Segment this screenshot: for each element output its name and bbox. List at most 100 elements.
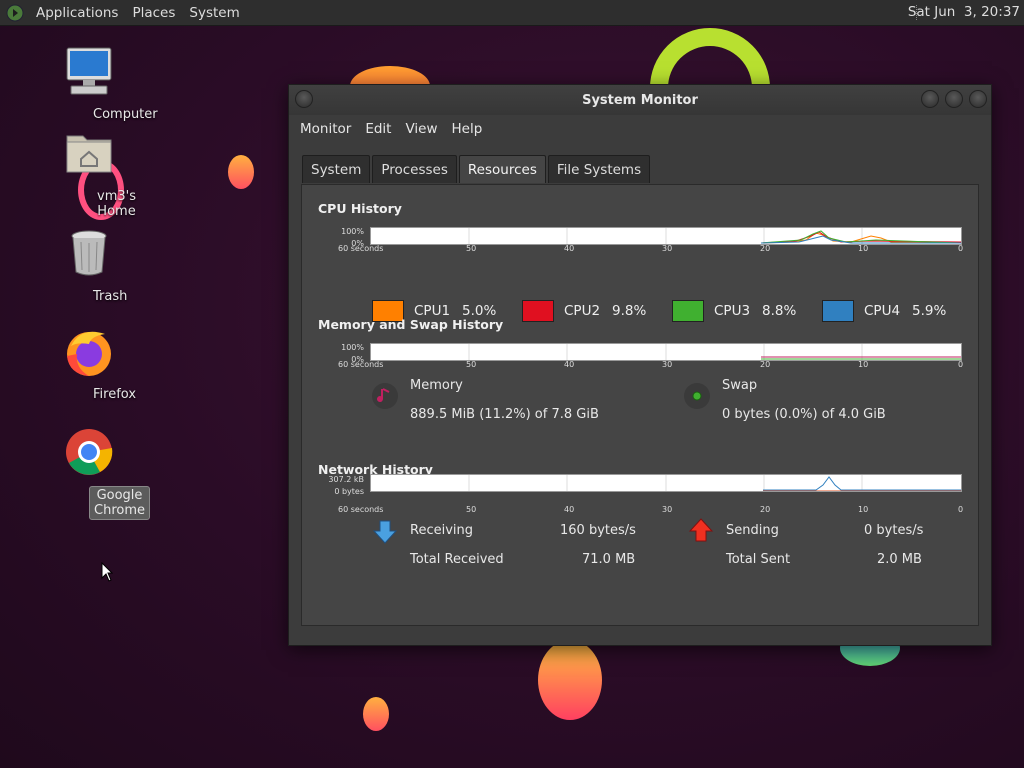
desktop-icon-chrome[interactable]: Google Chrome [34, 424, 150, 520]
wallpaper-blob [538, 640, 602, 720]
x-tick: 0 [958, 505, 964, 514]
swap-label: Swap [722, 378, 758, 393]
wallpaper-blob [363, 697, 389, 731]
menu-help[interactable]: Help [445, 117, 490, 141]
desktop-icon-trash[interactable]: Trash [34, 226, 144, 304]
cpu3-value: 8.8% [762, 303, 797, 319]
computer-icon [66, 47, 112, 95]
memory-history-title: Memory and Swap History [318, 317, 504, 332]
resources-panel: CPU History 100% 0% 60 seconds 50 40 30 … [301, 184, 979, 626]
network-graph-lines [468, 475, 961, 492]
cpu4-color-swatch[interactable] [822, 300, 854, 322]
minimize-button[interactable] [921, 90, 939, 108]
system-menu[interactable]: System [183, 5, 245, 21]
cpu2-color-swatch[interactable] [522, 300, 554, 322]
total-received-label: Total Received [410, 552, 504, 567]
cpu-history-title: CPU History [318, 201, 402, 216]
total-received-value: 71.0 MB [582, 552, 636, 567]
cpu2-label: CPU2 [564, 303, 601, 319]
cpu4-value: 5.9% [912, 303, 947, 319]
x-tick: 0 [958, 244, 964, 253]
x-tick: 60 seconds [338, 360, 384, 369]
chrome-icon [66, 429, 113, 475]
trash-icon [71, 230, 107, 276]
x-tick: 50 [466, 360, 477, 369]
tab-system[interactable]: System [302, 155, 371, 183]
mouse-pointer-icon [101, 562, 113, 582]
window-title: System Monitor [582, 93, 698, 108]
memory-value: 889.5 MiB (11.2%) of 7.8 GiB [410, 407, 599, 422]
receiving-label: Receiving [410, 523, 474, 538]
clock[interactable]: Sat Jun 3, 20:37 [908, 4, 1020, 20]
menubar: Monitor Edit View Help [289, 115, 991, 143]
memory-label: Memory [410, 378, 463, 393]
places-menu[interactable]: Places [126, 5, 181, 21]
tab-resources[interactable]: Resources [458, 155, 546, 183]
cpu3-color-swatch[interactable] [672, 300, 704, 322]
maximize-button[interactable] [945, 90, 963, 108]
desktop-icon-computer[interactable]: Computer [34, 44, 158, 122]
network-y-bottom: 0 bytes [334, 487, 364, 496]
memory-x-axis: 60 seconds 50 40 30 20 10 0 [338, 360, 978, 370]
swap-pie-icon[interactable] [684, 383, 710, 409]
cpu3-label: CPU3 [714, 303, 751, 319]
wallpaper-blob [228, 155, 254, 189]
tab-file-systems[interactable]: File Systems [547, 155, 651, 183]
menu-edit[interactable]: Edit [358, 117, 398, 141]
x-tick: 10 [858, 360, 869, 369]
desktop-icon-label: Google Chrome [89, 486, 150, 520]
menu-view[interactable]: View [398, 117, 444, 141]
x-tick: 50 [466, 244, 477, 253]
x-tick: 40 [564, 360, 575, 369]
cpu3-legend[interactable]: CPU3 8.8% [672, 300, 796, 322]
system-monitor-window: System Monitor Monitor Edit View Help Sy… [288, 84, 992, 646]
tab-processes[interactable]: Processes [372, 155, 457, 183]
cpu4-label: CPU4 [864, 303, 901, 319]
x-tick: 60 seconds [338, 244, 384, 253]
applications-menu[interactable]: Applications [30, 5, 124, 21]
desktop-icon-label: vm3's Home [97, 189, 136, 219]
menu-monitor[interactable]: Monitor [293, 117, 358, 141]
sending-value: 0 bytes/s [864, 523, 924, 538]
swap-value: 0 bytes (0.0%) of 4.0 GiB [722, 407, 886, 422]
x-tick: 30 [662, 505, 673, 514]
receiving-arrow-icon[interactable] [372, 519, 398, 545]
receiving-value: 160 bytes/s [560, 523, 636, 538]
close-button[interactable] [969, 90, 987, 108]
network-y-top: 307.2 kB [328, 475, 364, 484]
network-x-axis: 60 seconds 50 40 30 20 10 0 [338, 505, 978, 515]
firefox-icon [67, 331, 111, 376]
sending-label: Sending [726, 523, 779, 538]
total-sent-label: Total Sent [726, 552, 791, 567]
desktop-icon-label: Trash [93, 289, 128, 304]
x-tick: 20 [760, 244, 771, 253]
memory-pie-icon[interactable] [372, 383, 398, 409]
desktop-icon-label: Computer [93, 107, 158, 122]
x-tick: 60 seconds [338, 505, 384, 514]
desktop-icon-firefox[interactable]: Firefox [34, 324, 144, 402]
cpu-x-axis: 60 seconds 50 40 30 20 10 0 [338, 244, 978, 254]
x-tick: 20 [760, 360, 771, 369]
x-tick: 0 [958, 360, 964, 369]
window-titlebar[interactable]: System Monitor [289, 85, 991, 115]
x-tick: 40 [564, 505, 575, 514]
desktop-icon-label: Firefox [93, 387, 137, 402]
memory-graph-lines [468, 344, 961, 360]
home-folder-icon [66, 135, 112, 173]
desktop-icon-home[interactable]: vm3's Home [34, 126, 144, 219]
x-tick: 10 [858, 244, 869, 253]
cpu-history-graph [370, 227, 962, 245]
x-tick: 10 [858, 505, 869, 514]
cpu-graph-lines [468, 228, 962, 244]
memory-y-top: 100% [341, 343, 364, 352]
x-tick: 30 [662, 360, 673, 369]
cpu2-legend[interactable]: CPU2 9.8% [522, 300, 646, 322]
cpu4-legend[interactable]: CPU4 5.9% [822, 300, 946, 322]
top-panel: Applications Places System Sat Jun 3, 20… [0, 0, 1024, 26]
sending-arrow-icon[interactable] [688, 517, 714, 543]
total-sent-value: 2.0 MB [877, 552, 922, 567]
network-history-graph [370, 474, 962, 492]
tab-bar: System Processes Resources File Systems [302, 155, 652, 183]
x-tick: 50 [466, 505, 477, 514]
menu-logo-icon[interactable] [6, 4, 24, 22]
